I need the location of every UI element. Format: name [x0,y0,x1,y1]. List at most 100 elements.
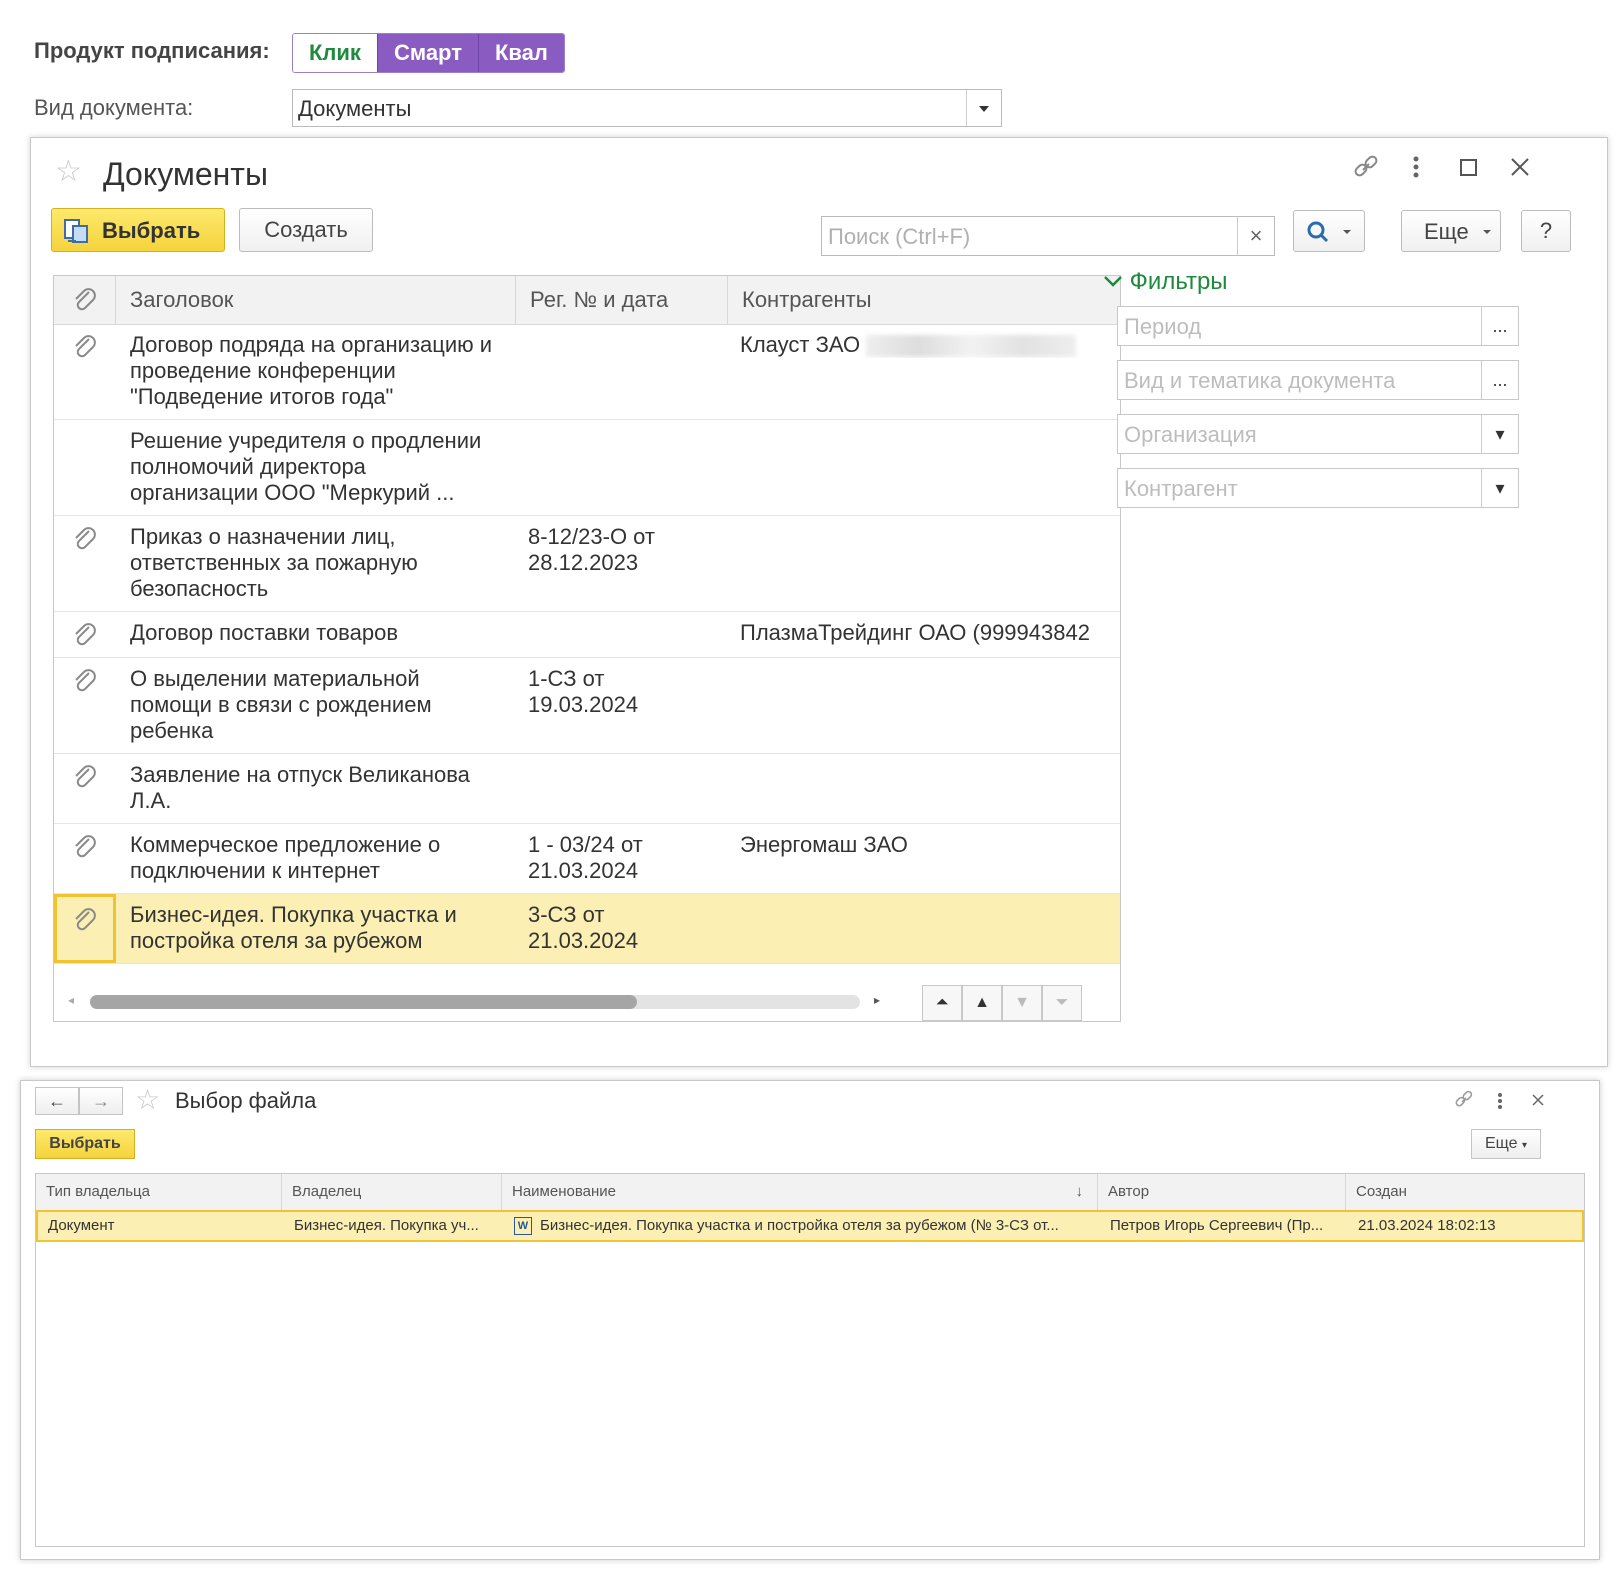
horizontal-scrollbar[interactable] [90,995,860,1009]
documents-window: ☆ Документы Выбрать Создать × Еще ? [30,137,1608,1067]
files-table-header: Тип владельца Владелец Наименование ↓ Ав… [36,1174,1584,1211]
more-vertical-icon[interactable] [1409,154,1423,187]
cell-title: Коммерческое предложение о подключении к… [130,832,441,883]
doctype-dropdown-button[interactable] [966,90,1001,126]
table-row[interactable]: Решение учредителя о продлении полномочи… [54,420,1120,516]
product-option-smart[interactable]: Смарт [376,34,478,72]
table-row[interactable]: Коммерческое предложение о подключении к… [54,824,1120,894]
more-button[interactable]: Еще [1401,210,1501,252]
arrow-right-icon: → [92,1091,110,1111]
favorite-star-icon[interactable]: ☆ [55,154,82,189]
cell-reg [528,420,728,428]
filter-period-button[interactable]: ... [1481,307,1518,345]
cell-contractor [740,420,1120,428]
scrollbar-thumb[interactable] [90,995,637,1009]
cell-title: Решение учредителя о продлении полномочи… [130,428,482,505]
cell-title: Договор поставки товаров [130,620,399,645]
select-button[interactable]: Выбрать [51,208,225,252]
row-attachment [54,894,116,963]
filter-contractor-input[interactable] [1122,475,1476,503]
paperclip-icon [73,669,97,700]
select-doc-icon [62,217,90,251]
row-attachment [54,658,116,753]
file-more-label: Еще [1484,1135,1518,1152]
help-button[interactable]: ? [1521,210,1571,252]
table-row[interactable]: Документ Бизнес-идея. Покупка уч... W Биз… [36,1210,1584,1242]
close-icon[interactable] [1509,156,1531,183]
paperclip-icon [73,835,97,866]
column-header-owner[interactable]: Владелец [282,1174,502,1210]
filter-doc-type-topic-button[interactable]: ... [1481,361,1518,399]
row-attachment [54,324,116,419]
cell-contractor [740,894,1120,902]
table-row[interactable]: О выделении материальной помощи в связи … [54,658,1120,754]
cell-created: 21.03.2024 18:02:13 [1358,1217,1496,1234]
documents-table: Заголовок Рег. № и дата Контрагенты Дого… [53,275,1121,1022]
close-icon[interactable] [1531,1093,1545,1112]
link-icon[interactable] [1453,1089,1475,1116]
filter-period-input[interactable] [1122,313,1476,341]
filter-period-field[interactable]: ... [1117,306,1519,346]
search-input[interactable] [826,222,1230,252]
nav-up-icon[interactable]: ▲ [962,985,1002,1021]
clear-search-icon[interactable]: × [1237,217,1274,255]
search-button[interactable] [1293,210,1365,252]
column-header-author[interactable]: Автор [1098,1174,1346,1210]
cell-title: Заявление на отпуск Великанова Л.А. [130,762,470,813]
column-header-title[interactable]: Заголовок [116,276,516,324]
column-header-owner-type[interactable]: Тип владельца [36,1174,282,1210]
filter-doc-type-topic-input[interactable] [1122,367,1476,395]
cell-reg: 8-12/23-О от 28.12.2023 [528,524,655,575]
cell-owner-type: Документ [48,1217,115,1234]
nav-last-icon[interactable]: ⏷ [1042,985,1082,1021]
column-header-reg[interactable]: Рег. № и дата [516,276,728,324]
filters-toggle[interactable]: Фильтры [1103,268,1228,296]
cell-contractor-text: ПлазмаТрейдинг ОАО (999943842 [740,620,1090,645]
filter-organization-button[interactable]: ▾ [1481,415,1518,453]
nav-down-icon[interactable]: ▼ [1002,985,1042,1021]
filter-organization-input[interactable] [1122,421,1476,449]
product-option-qual[interactable]: Квал [477,34,564,72]
attachment-column-header[interactable] [54,276,116,324]
back-button[interactable]: ← [35,1087,79,1115]
filter-doc-type-topic-field[interactable]: ... [1117,360,1519,400]
scroll-left-icon[interactable]: ◂ [68,993,74,1007]
filter-organization-field[interactable]: ▾ [1117,414,1519,454]
column-header-created[interactable]: Создан [1346,1174,1584,1210]
cell-owner: Бизнес-идея. Покупка уч... [294,1217,479,1234]
column-header-name[interactable]: Наименование ↓ [502,1174,1098,1210]
product-option-click[interactable]: Клик [293,34,377,72]
row-attachment [54,516,116,611]
filter-contractor-button[interactable]: ▾ [1481,469,1518,507]
favorite-star-icon[interactable]: ☆ [135,1083,160,1116]
link-icon[interactable] [1351,152,1381,187]
file-selection-window: ← → ☆ Выбор файла Выбрать Еще ▾ Тип влад… [20,1080,1600,1560]
nav-first-icon[interactable]: ⏶ [922,985,962,1021]
table-row[interactable]: Бизнес-идея. Покупка участка и постройка… [54,894,1120,964]
file-more-button[interactable]: Еще ▾ [1471,1129,1541,1159]
redacted-area [866,335,1077,358]
forward-button[interactable]: → [79,1087,123,1115]
cell-title: Договор подряда на организацию и проведе… [130,332,493,409]
cell-contractor [740,516,1120,524]
scroll-right-icon[interactable]: ▸ [874,993,880,1007]
create-button[interactable]: Создать [239,208,373,252]
search-field[interactable]: × [821,216,1275,256]
maximize-icon[interactable] [1459,158,1479,183]
cell-contractor: Клауст ЗАО [740,324,1120,358]
filter-contractor-field[interactable]: ▾ [1117,468,1519,508]
table-footer: ◂ ▸ ⏶ ▲ ▼ ⏷ [54,981,1120,1021]
doctype-select[interactable]: Документы [292,89,1002,127]
table-row[interactable]: Заявление на отпуск Великанова Л.А. [54,754,1120,824]
file-select-button[interactable]: Выбрать [35,1129,135,1159]
table-row[interactable]: Приказ о назначении лиц, ответственных з… [54,516,1120,612]
file-window-title: Выбор файла [175,1088,317,1113]
column-header-contractors[interactable]: Контрагенты [728,276,1120,324]
arrow-left-icon: ← [48,1091,66,1111]
cell-reg [528,754,728,762]
more-button-label: Еще [1424,219,1469,244]
cell-name-text: Бизнес-идея. Покупка участка и постройка… [540,1217,1059,1234]
table-row[interactable]: Договор поставки товаров ПлазмаТрейдинг О… [54,612,1120,658]
more-vertical-icon[interactable] [1495,1091,1505,1116]
table-row[interactable]: Договор подряда на организацию и проведе… [54,324,1120,420]
